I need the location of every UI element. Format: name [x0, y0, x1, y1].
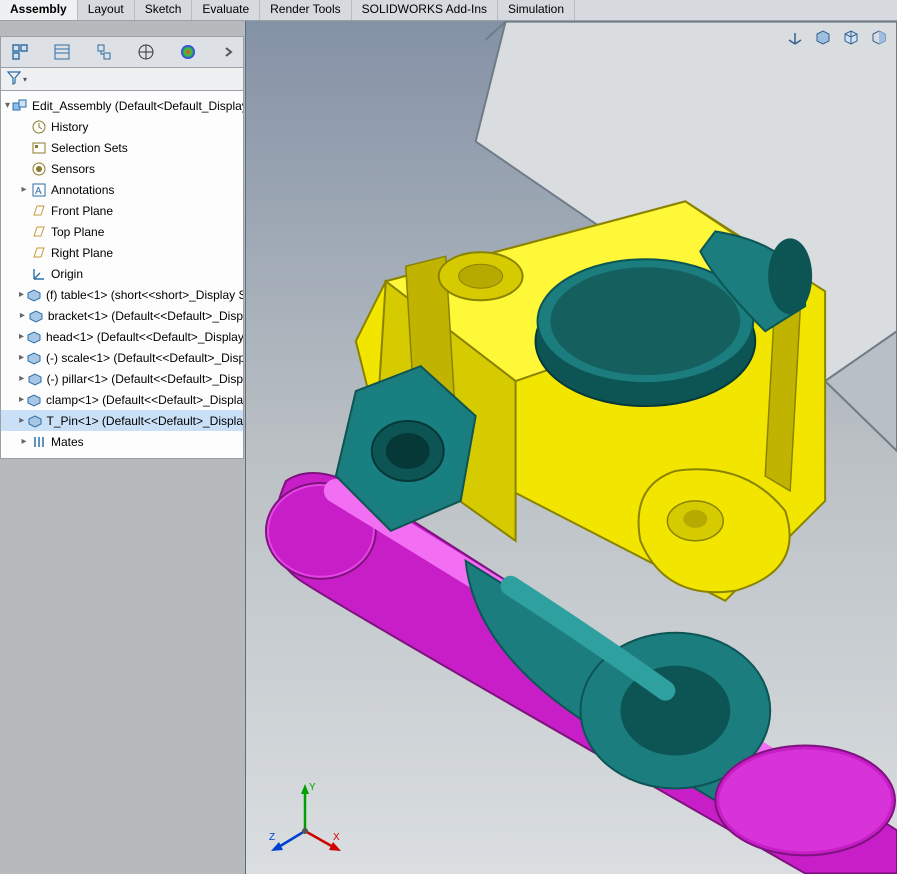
caret-icon[interactable]: ▸ — [19, 331, 24, 342]
part-icon — [27, 413, 43, 429]
graphics-viewport[interactable] — [245, 21, 897, 874]
tree-item-label: Annotations — [51, 183, 114, 197]
triad-y-label: Y — [309, 782, 316, 793]
feature-manager-panel: ▾ ▾ Edit_Assembly (Default<Default_Displ… — [0, 36, 244, 874]
tree-item-clamp[interactable]: ▸ clamp<1> (Default<<Default>_Displa — [1, 389, 243, 410]
tree-item-table[interactable]: ▸ (f) table<1> (short<<short>_Display S — [1, 284, 243, 305]
dimxpert-manager-icon[interactable] — [137, 43, 155, 61]
part-icon — [26, 350, 42, 366]
tree-item-head[interactable]: ▸ head<1> (Default<<Default>_Display — [1, 326, 243, 347]
caret-icon[interactable]: ▾ — [5, 100, 10, 111]
caret-icon[interactable]: ▸ — [19, 289, 24, 300]
ribbon-tab-addins[interactable]: SOLIDWORKS Add-Ins — [352, 0, 498, 20]
model-render — [246, 21, 897, 874]
tree-item-annotations[interactable]: ▸ A Annotations — [1, 179, 243, 200]
plane-icon — [31, 224, 47, 240]
panel-tab-strip — [0, 36, 244, 68]
ribbon-tab-sketch[interactable]: Sketch — [135, 0, 193, 20]
part-icon — [27, 371, 43, 387]
tree-item-label: Top Plane — [51, 225, 104, 239]
tree-item-right-plane[interactable]: Right Plane — [1, 242, 243, 263]
coordinate-triad: Y X Z — [265, 776, 345, 856]
tree-item-label: Front Plane — [51, 204, 113, 218]
caret-icon[interactable]: ▸ — [19, 415, 25, 426]
tree-item-label: (-) pillar<1> (Default<<Default>_Disp — [47, 372, 243, 386]
plane-icon — [31, 245, 47, 261]
tree-item-label: T_Pin<1> (Default<<Default>_Displa — [47, 414, 243, 428]
view-cube-front-icon[interactable] — [811, 25, 835, 49]
tree-item-label: Sensors — [51, 162, 95, 176]
tree-item-label: clamp<1> (Default<<Default>_Displa — [46, 393, 243, 407]
part-icon — [26, 287, 42, 303]
triad-x-label: X — [333, 832, 340, 843]
caret-icon[interactable]: ▸ — [19, 352, 24, 363]
annotations-icon: A — [31, 182, 47, 198]
tree-item-front-plane[interactable]: Front Plane — [1, 200, 243, 221]
view-cube-right-icon[interactable] — [867, 25, 891, 49]
filter-dropdown-icon[interactable]: ▾ — [23, 75, 27, 84]
tree-item-label: Mates — [51, 435, 84, 449]
part-icon — [26, 392, 42, 408]
ribbon-tab-evaluate[interactable]: Evaluate — [192, 0, 260, 20]
assembly-icon — [12, 98, 28, 114]
selection-sets-icon — [31, 140, 47, 156]
tree-root-label: Edit_Assembly (Default<Default_Display S — [32, 99, 243, 113]
origin-icon — [31, 266, 47, 282]
ribbon-tab-assembly[interactable]: Assembly — [0, 0, 78, 20]
display-manager-icon[interactable] — [179, 43, 197, 61]
tree-root[interactable]: ▾ Edit_Assembly (Default<Default_Display… — [1, 95, 243, 116]
tree-item-selection-sets[interactable]: Selection Sets — [1, 137, 243, 158]
part-icon — [28, 308, 44, 324]
tree-item-label: head<1> (Default<<Default>_Display — [46, 330, 243, 344]
caret-icon[interactable]: ▸ — [19, 184, 29, 195]
tree-item-pillar[interactable]: ▸ (-) pillar<1> (Default<<Default>_Disp — [1, 368, 243, 389]
tree-item-label: (-) scale<1> (Default<<Default>_Disp — [46, 351, 243, 365]
view-orientation-hud — [783, 25, 891, 49]
plane-icon — [31, 203, 47, 219]
sensors-icon — [31, 161, 47, 177]
view-cube-iso-icon[interactable] — [839, 25, 863, 49]
property-manager-icon[interactable] — [53, 43, 71, 61]
feature-tree[interactable]: ▾ Edit_Assembly (Default<Default_Display… — [0, 91, 244, 459]
tree-item-sensors[interactable]: Sensors — [1, 158, 243, 179]
caret-icon[interactable]: ▸ — [19, 310, 26, 321]
tree-item-label: (f) table<1> (short<<short>_Display S — [46, 288, 243, 302]
caret-icon[interactable]: ▸ — [19, 436, 29, 447]
tree-filter-bar[interactable]: ▾ — [0, 68, 244, 91]
tree-item-origin[interactable]: Origin — [1, 263, 243, 284]
tree-item-label: bracket<1> (Default<<Default>_Disp — [48, 309, 243, 323]
mates-icon — [31, 434, 47, 450]
ribbon-tab-layout[interactable]: Layout — [78, 0, 135, 20]
feature-manager-tree-icon[interactable] — [11, 43, 29, 61]
ribbon-tabs: Assembly Layout Sketch Evaluate Render T… — [0, 0, 897, 21]
tree-item-label: Right Plane — [51, 246, 113, 260]
tree-item-bracket[interactable]: ▸ bracket<1> (Default<<Default>_Disp — [1, 305, 243, 326]
svg-text:A: A — [35, 186, 42, 197]
tree-item-label: Origin — [51, 267, 83, 281]
caret-icon[interactable]: ▸ — [19, 373, 25, 384]
ribbon-tab-render[interactable]: Render Tools — [260, 0, 352, 20]
tree-item-tpin[interactable]: ▸ T_Pin<1> (Default<<Default>_Displa — [1, 410, 243, 431]
tree-item-label: History — [51, 120, 88, 134]
tree-item-label: Selection Sets — [51, 141, 128, 155]
tree-item-mates[interactable]: ▸ Mates — [1, 431, 243, 452]
ribbon-tab-sim[interactable]: Simulation — [498, 0, 575, 20]
part-icon — [26, 329, 42, 345]
triad-z-label: Z — [269, 832, 275, 843]
caret-icon[interactable]: ▸ — [19, 394, 24, 405]
funnel-icon — [7, 71, 21, 88]
configuration-manager-icon[interactable] — [95, 43, 113, 61]
tree-item-history[interactable]: History — [1, 116, 243, 137]
view-origin-triad-icon[interactable] — [783, 25, 807, 49]
history-icon — [31, 119, 47, 135]
tree-item-top-plane[interactable]: Top Plane — [1, 221, 243, 242]
panel-overflow-icon[interactable] — [221, 43, 239, 61]
tree-item-scale[interactable]: ▸ (-) scale<1> (Default<<Default>_Disp — [1, 347, 243, 368]
